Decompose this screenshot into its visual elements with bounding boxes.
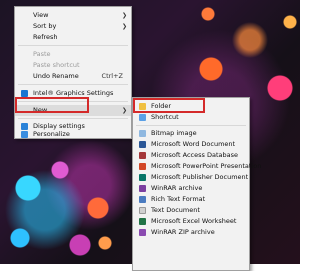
menu-item-personalize[interactable]: Personalize: [15, 129, 131, 140]
desktop-context-menu: View ❯ Sort by ❯ Refresh Paste Paste sho…: [14, 6, 132, 139]
menu-item-refresh[interactable]: Refresh: [15, 32, 131, 43]
submenu-item-rtf[interactable]: Rich Text Format: [133, 194, 249, 205]
powerpoint-icon: [139, 163, 146, 170]
menu-item-undo-rename[interactable]: Undo Rename Ctrl+Z: [15, 71, 131, 82]
menu-item-view[interactable]: View ❯: [15, 10, 131, 21]
menu-separator: [136, 125, 246, 126]
menu-item-paste-label: Paste: [33, 50, 51, 58]
menu-item-paste-shortcut[interactable]: Paste shortcut: [15, 60, 131, 71]
submenu-item-text-document-label: Text Document: [151, 206, 200, 214]
submenu-item-winrar-zip[interactable]: WinRAR ZIP archive: [133, 227, 249, 238]
menu-separator: [18, 118, 128, 119]
submenu-item-bitmap[interactable]: Bitmap image: [133, 128, 249, 139]
new-highlight-box: [15, 97, 89, 113]
chevron-right-icon: ❯: [121, 12, 127, 19]
menu-item-undo-rename-label: Undo Rename: [33, 72, 79, 80]
undo-shortcut-label: Ctrl+Z: [101, 72, 123, 80]
submenu-item-text-document[interactable]: Text Document: [133, 205, 249, 216]
submenu-item-winrar-label: WinRAR archive: [151, 184, 203, 192]
winrar-icon: [139, 185, 146, 192]
submenu-item-winrar[interactable]: WinRAR archive: [133, 183, 249, 194]
menu-separator: [18, 45, 128, 46]
bitmap-icon: [139, 130, 146, 137]
menu-item-refresh-label: Refresh: [33, 33, 58, 41]
menu-item-paste-shortcut-label: Paste shortcut: [33, 61, 80, 69]
folder-highlight-box: [133, 98, 205, 113]
submenu-item-bitmap-label: Bitmap image: [151, 129, 197, 137]
personalize-icon: [21, 131, 28, 138]
winrar-zip-icon: [139, 229, 146, 236]
new-submenu: Folder Shortcut Bitmap image Microsoft W…: [132, 97, 261, 271]
submenu-item-powerpoint-label: Microsoft PowerPoint Presentation: [151, 162, 262, 170]
excel-icon: [139, 218, 146, 225]
menu-item-paste[interactable]: Paste: [15, 49, 131, 60]
submenu-item-word[interactable]: Microsoft Word Document: [133, 139, 249, 150]
submenu-item-excel[interactable]: Microsoft Excel Worksheet: [133, 216, 249, 227]
submenu-item-shortcut-label: Shortcut: [151, 113, 179, 121]
text-document-icon: [139, 207, 146, 214]
submenu-item-publisher-label: Microsoft Publisher Document: [151, 173, 249, 181]
access-icon: [139, 152, 146, 159]
menu-item-sort-by[interactable]: Sort by ❯: [15, 21, 131, 32]
menu-item-view-label: View: [33, 11, 49, 19]
submenu-item-shortcut[interactable]: Shortcut: [133, 112, 249, 123]
submenu-item-winrar-zip-label: WinRAR ZIP archive: [151, 228, 215, 236]
publisher-icon: [139, 174, 146, 181]
submenu-item-access-label: Microsoft Access Database: [151, 151, 238, 159]
rtf-icon: [139, 196, 146, 203]
shortcut-icon: [139, 114, 146, 121]
intel-graphics-icon: [21, 90, 28, 97]
chevron-right-icon: ❯: [121, 23, 127, 30]
menu-item-personalize-label: Personalize: [33, 130, 70, 138]
word-icon: [139, 141, 146, 148]
submenu-item-powerpoint[interactable]: Microsoft PowerPoint Presentation: [133, 161, 261, 172]
menu-item-sort-by-label: Sort by: [33, 22, 57, 30]
submenu-item-access[interactable]: Microsoft Access Database: [133, 150, 249, 161]
submenu-item-excel-label: Microsoft Excel Worksheet: [151, 217, 237, 225]
submenu-item-word-label: Microsoft Word Document: [151, 140, 236, 148]
submenu-item-publisher[interactable]: Microsoft Publisher Document: [133, 172, 249, 183]
menu-separator: [18, 84, 128, 85]
submenu-item-rtf-label: Rich Text Format: [151, 195, 206, 203]
chevron-right-icon: ❯: [121, 107, 127, 114]
